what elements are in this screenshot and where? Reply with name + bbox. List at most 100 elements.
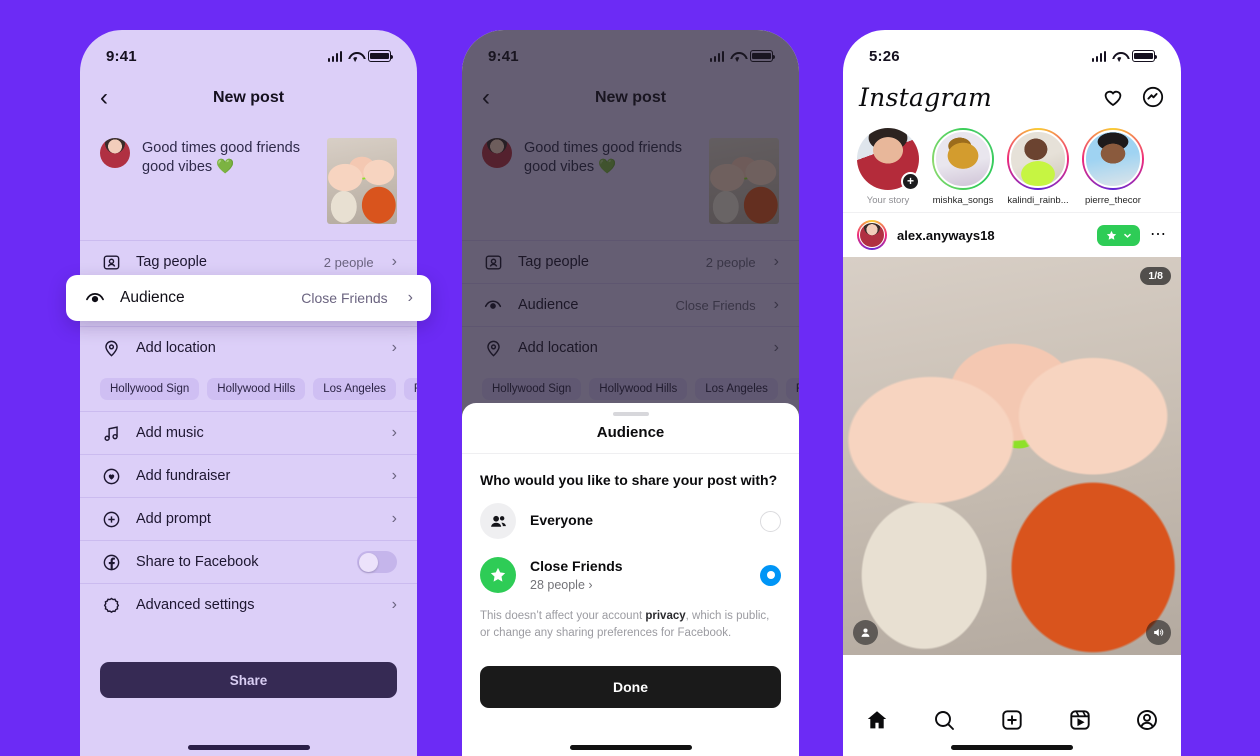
close-friends-star-icon bbox=[1105, 229, 1118, 242]
sheet-note: This doesn’t affect your account privacy… bbox=[462, 602, 799, 641]
close-friends-badge[interactable] bbox=[1097, 224, 1140, 246]
chevron-right-icon: › bbox=[391, 424, 397, 441]
row-label: Tag people bbox=[136, 254, 207, 270]
battery-icon bbox=[1132, 50, 1158, 62]
home-indicator bbox=[569, 745, 692, 750]
row-label: Add prompt bbox=[136, 511, 211, 527]
chevron-right-icon: › bbox=[391, 596, 397, 613]
done-button[interactable]: Done bbox=[480, 666, 781, 708]
location-chip[interactable]: Los Angeles bbox=[313, 378, 396, 400]
page-title: New post bbox=[212, 89, 285, 106]
instagram-header: Instagram bbox=[843, 76, 1181, 118]
messenger-icon[interactable] bbox=[1141, 85, 1165, 109]
heart-icon[interactable] bbox=[1101, 85, 1125, 109]
chevron-down-icon bbox=[1123, 231, 1132, 240]
location-chip[interactable]: R bbox=[403, 378, 417, 400]
row-add-prompt[interactable]: Add prompt › bbox=[80, 497, 417, 540]
story-avatar bbox=[1009, 130, 1067, 188]
fundraiser-icon bbox=[100, 465, 122, 487]
status-bar: 5:26 bbox=[843, 30, 1181, 76]
home-icon[interactable] bbox=[865, 708, 889, 732]
caption-input[interactable]: Good times good friends good vibes 💚 bbox=[142, 138, 315, 177]
row-label: Advanced settings bbox=[136, 597, 255, 613]
share-button-container: Share bbox=[80, 662, 417, 698]
post-media[interactable]: 1/8 bbox=[843, 257, 1181, 655]
status-time: 9:41 bbox=[106, 47, 137, 65]
story-item[interactable]: mishka_songs bbox=[932, 128, 994, 206]
radio-close-friends[interactable] bbox=[760, 564, 781, 586]
composer: Good times good friends good vibes 💚 bbox=[80, 120, 417, 240]
audience-row-highlighted[interactable]: Audience Close Friends › bbox=[66, 275, 431, 321]
row-value: 2 people bbox=[323, 254, 374, 270]
chevron-right-icon: › bbox=[391, 467, 397, 484]
home-indicator bbox=[951, 745, 1073, 750]
option-text: Close Friends 28 people › bbox=[530, 558, 746, 592]
row-label: Add fundraiser bbox=[136, 468, 231, 484]
tag-people-icon bbox=[100, 251, 122, 273]
story-item[interactable]: pierre_thecor bbox=[1082, 128, 1144, 206]
wifi-icon bbox=[1112, 51, 1126, 62]
status-bar: 9:41 bbox=[80, 30, 417, 76]
story-label: pierre_thecor bbox=[1085, 195, 1141, 206]
plus-circle-icon bbox=[100, 508, 122, 530]
instagram-logo[interactable]: Instagram bbox=[859, 83, 992, 112]
location-chip[interactable]: Hollywood Hills bbox=[207, 378, 306, 400]
post-author-avatar[interactable] bbox=[857, 220, 887, 250]
audience-option-close-friends[interactable]: Close Friends 28 people › bbox=[462, 548, 799, 602]
row-add-location[interactable]: Add location › bbox=[80, 326, 417, 369]
radio-everyone[interactable] bbox=[760, 510, 781, 532]
audience-option-everyone[interactable]: Everyone bbox=[462, 494, 799, 548]
more-options-icon[interactable]: ⋯ bbox=[1150, 227, 1167, 243]
music-note-icon bbox=[100, 422, 122, 444]
phone-3-instagram-feed: 5:26 Instagram + Your story mishka_songs… bbox=[843, 30, 1181, 756]
status-icons bbox=[327, 50, 394, 62]
status-icons bbox=[1091, 50, 1158, 62]
audience-eye-icon bbox=[84, 287, 106, 309]
row-advanced-settings[interactable]: Advanced settings › bbox=[80, 583, 417, 626]
location-chip[interactable]: Hollywood Sign bbox=[100, 378, 200, 400]
status-time: 5:26 bbox=[869, 47, 900, 65]
wifi-icon bbox=[348, 51, 362, 62]
header-icons bbox=[1101, 85, 1165, 109]
option-name: Everyone bbox=[530, 512, 594, 528]
location-chips: Hollywood Sign Hollywood Hills Los Angel… bbox=[80, 369, 417, 411]
location-pin-icon bbox=[100, 337, 122, 359]
create-post-icon[interactable] bbox=[1000, 708, 1024, 732]
story-ring-close-friends bbox=[932, 128, 994, 190]
story-item[interactable]: kalindi_rainb... bbox=[1007, 128, 1069, 206]
phone-3-screen: 5:26 Instagram + Your story mishka_songs… bbox=[843, 30, 1181, 756]
post-header: alex.anyways18 ⋯ bbox=[843, 212, 1181, 257]
phone-1-new-post: 9:41 ‹ New post Good times good friends … bbox=[80, 30, 417, 756]
reels-icon[interactable] bbox=[1068, 708, 1092, 732]
row-share-to-facebook[interactable]: Share to Facebook bbox=[80, 540, 417, 583]
phone-1-navbar: ‹ New post bbox=[80, 76, 417, 120]
sheet-title: Audience bbox=[462, 416, 799, 454]
share-button[interactable]: Share bbox=[100, 662, 397, 698]
privacy-link[interactable]: privacy bbox=[645, 610, 685, 622]
phone-1-screen: 9:41 ‹ New post Good times good friends … bbox=[80, 30, 417, 756]
note-part-1: This doesn’t affect your account bbox=[480, 610, 646, 622]
row-add-music[interactable]: Add music › bbox=[80, 411, 417, 454]
row-add-fundraiser[interactable]: Add fundraiser › bbox=[80, 454, 417, 497]
chevron-right-icon: › bbox=[391, 339, 397, 356]
back-chevron-icon[interactable]: ‹ bbox=[100, 86, 108, 110]
chevron-right-icon: › bbox=[407, 289, 413, 306]
post-thumbnail[interactable] bbox=[327, 138, 397, 224]
stories-tray[interactable]: + Your story mishka_songs kalindi_rainb.… bbox=[843, 118, 1181, 212]
audience-label: Audience bbox=[120, 289, 185, 306]
story-avatar bbox=[934, 130, 992, 188]
post-username[interactable]: alex.anyways18 bbox=[897, 228, 1087, 243]
advanced-settings-icon bbox=[100, 594, 122, 616]
tagged-people-icon[interactable] bbox=[853, 620, 878, 645]
profile-icon[interactable] bbox=[1135, 708, 1159, 732]
phone-2-screen: 9:41 ‹ New post Good times good friends … bbox=[462, 30, 799, 756]
add-story-plus-icon[interactable]: + bbox=[901, 172, 920, 191]
search-icon[interactable] bbox=[932, 708, 956, 732]
story-avatar bbox=[1084, 130, 1142, 188]
story-your-story[interactable]: + Your story bbox=[857, 128, 920, 206]
facebook-share-toggle[interactable] bbox=[357, 551, 397, 573]
speaker-icon[interactable] bbox=[1146, 620, 1171, 645]
option-text: Everyone bbox=[530, 512, 746, 530]
option-subtext[interactable]: 28 people › bbox=[530, 578, 746, 592]
post-image bbox=[843, 257, 1181, 655]
